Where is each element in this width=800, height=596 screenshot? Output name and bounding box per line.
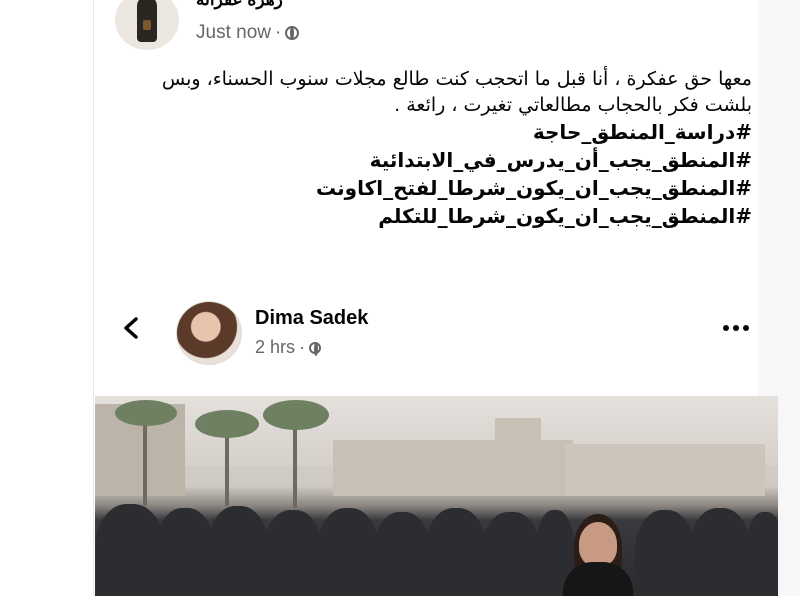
hashtag-link[interactable]: #المنطق_يجب_ان_يكون_شرطا_لفتح_اكاونت (152, 174, 752, 202)
photo-woman-face (579, 522, 617, 566)
separator-dot: · (299, 337, 306, 357)
hashtag-link[interactable]: #دراسة_المنطق_حاجة (152, 118, 752, 146)
shared-timestamp-text: 2 hrs (255, 337, 296, 357)
photo-building (495, 418, 541, 496)
shared-author-avatar[interactable] (176, 301, 242, 365)
post-body: معها حق عفكرة ، أنا قبل ما اتحجب كنت طال… (152, 66, 752, 230)
photo-palm (263, 400, 329, 430)
chevron-left-icon[interactable] (121, 317, 143, 339)
hashtag-link[interactable]: #المنطق_يجب_ان_يكون_شرطا_للتكلم (152, 202, 752, 230)
photo-palm (293, 418, 297, 508)
globe-icon (285, 26, 300, 40)
post-timestamp[interactable]: Just now · (196, 22, 300, 44)
photo-palm (143, 416, 147, 506)
photo-palm (225, 426, 229, 506)
more-horizontal-icon[interactable] (723, 325, 753, 333)
crowd-figure (689, 508, 751, 596)
shared-post-photo[interactable] (95, 396, 778, 596)
globe-icon (309, 341, 322, 356)
crowd-figure (635, 510, 695, 596)
crowd-figure (481, 512, 541, 596)
timestamp-text: Just now (196, 22, 271, 43)
author-name[interactable]: زهرة عفراتة (196, 0, 283, 10)
crowd-figure (207, 506, 269, 596)
shared-post-header: Dima Sadek 2 hrs · (93, 295, 758, 387)
shared-post-timestamp[interactable]: 2 hrs · (255, 337, 322, 358)
photo-palm (115, 400, 177, 426)
separator-dot: · (274, 22, 282, 43)
crowd-figure (745, 512, 778, 596)
post-paragraph: معها حق عفكرة ، أنا قبل ما اتحجب كنت طال… (161, 68, 752, 116)
crowd-figure (425, 508, 487, 596)
page-background-left (0, 0, 93, 596)
shared-author-name[interactable]: Dima Sadek (255, 307, 368, 330)
photo-building (565, 444, 765, 496)
crowd-figure (373, 512, 431, 596)
photo-palm (195, 410, 259, 438)
crowd-figure (317, 508, 379, 596)
hashtag-link[interactable]: #المنطق_يجب_أن_يدرس_في_الابتدائية (152, 146, 752, 174)
crowd-figure (263, 510, 323, 596)
crowd-figure (155, 508, 215, 596)
